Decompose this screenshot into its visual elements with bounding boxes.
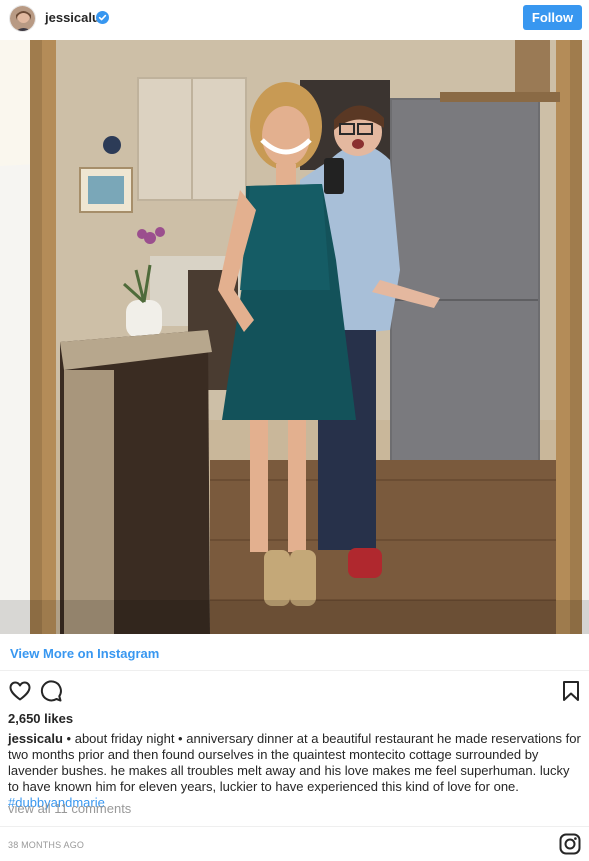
instagram-icon[interactable] bbox=[559, 833, 581, 855]
comment-icon[interactable] bbox=[39, 679, 63, 703]
instagram-embed: jessicalu Follow View More on Instagram … bbox=[0, 0, 589, 861]
divider bbox=[0, 670, 589, 671]
divider bbox=[0, 826, 589, 827]
caption-text: • about friday night • anniversary dinne… bbox=[8, 731, 581, 794]
caption-username[interactable]: jessicalu bbox=[8, 731, 63, 746]
likes-count[interactable]: 2,650 likes bbox=[8, 711, 73, 726]
view-more-link[interactable]: View More on Instagram bbox=[10, 646, 159, 661]
post-photo[interactable] bbox=[0, 40, 589, 634]
heart-icon[interactable] bbox=[8, 679, 32, 703]
bookmark-icon[interactable] bbox=[559, 679, 583, 703]
follow-button[interactable]: Follow bbox=[523, 5, 582, 30]
username[interactable]: jessicalu bbox=[45, 10, 100, 25]
view-comments-link[interactable]: view all 11 comments bbox=[8, 801, 131, 816]
post-header: jessicalu Follow bbox=[0, 0, 589, 36]
avatar[interactable] bbox=[9, 5, 36, 32]
post-timestamp[interactable]: 38 MONTHS AGO bbox=[8, 840, 84, 850]
post-caption: jessicalu • about friday night • anniver… bbox=[8, 731, 583, 811]
verified-badge-icon bbox=[96, 11, 109, 24]
